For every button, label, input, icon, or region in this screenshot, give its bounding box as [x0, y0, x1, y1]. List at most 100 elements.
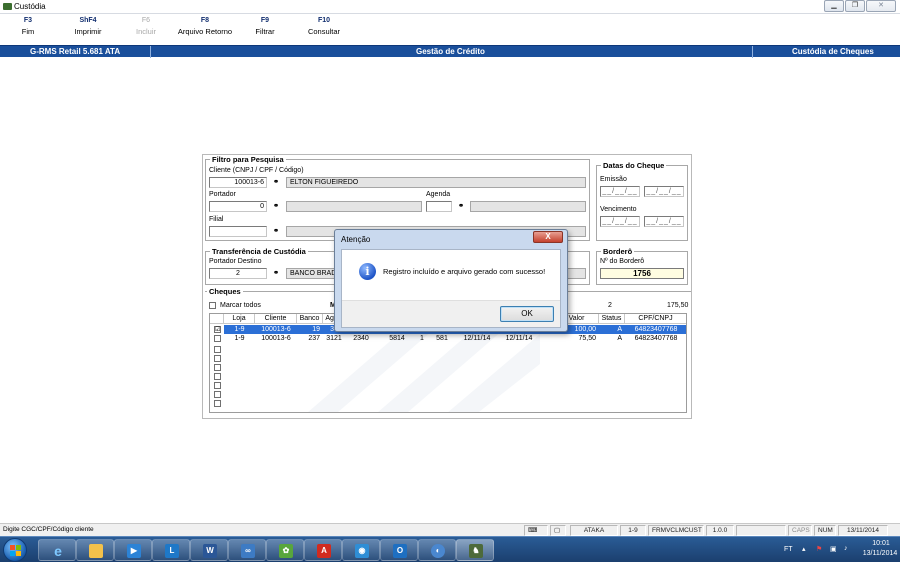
taskbar-grms[interactable]: ♞	[456, 539, 494, 561]
binoculars-icon[interactable]: ⚭	[269, 268, 283, 279]
close-window-button[interactable]: ✕	[866, 0, 896, 12]
filial-input[interactable]	[209, 226, 267, 237]
taskbar-network[interactable]: ◐	[418, 539, 456, 561]
col-cliente[interactable]: Cliente	[255, 314, 297, 324]
fkey-arquivo-retorno[interactable]: F8 Arquivo Retorno	[174, 17, 236, 36]
taskbar-tool[interactable]: ✿	[266, 539, 304, 561]
marcar-todos-checkbox[interactable]	[209, 302, 216, 309]
show-hidden-icons[interactable]: ▴	[802, 545, 806, 553]
minimize-button[interactable]: ▁	[824, 0, 844, 12]
cell-cpf: 64823407768	[634, 326, 678, 333]
row-checkbox[interactable]	[214, 400, 221, 407]
binoculars-icon[interactable]: ⚭	[269, 226, 283, 237]
fkey-incluir[interactable]: F6 Incluir	[128, 17, 164, 36]
row-checkbox[interactable]	[214, 382, 221, 389]
row-checkbox[interactable]	[214, 364, 221, 371]
clock-time[interactable]: 10:01	[864, 540, 898, 547]
vencimento-de-input[interactable]: __/__/__	[600, 216, 640, 227]
app-version: G-RMS Retail 5.681 ATA	[30, 47, 121, 56]
module-header: G-RMS Retail 5.681 ATA Gestão de Crédito…	[0, 45, 900, 58]
cell-cliente: 100013-6	[261, 335, 291, 342]
cell-loja: 1-9	[234, 335, 245, 342]
table-row[interactable]: 1-9 100013-6 237 3121 2340 5814 1 581 12…	[210, 334, 686, 343]
language-indicator[interactable]: FT	[784, 546, 793, 553]
row-checkbox[interactable]	[214, 355, 221, 362]
clock-date[interactable]: 13/11/2014	[860, 550, 900, 557]
system-tray: FT ▴ ⚑ ▣ ♪ 10:01 13/11/2014	[760, 537, 900, 562]
taskbar-remote[interactable]: ◉	[342, 539, 380, 561]
col-banco[interactable]: Banco	[297, 314, 323, 324]
binoculars-icon[interactable]: ⚭	[269, 177, 283, 188]
function-key-toolbar: F3 Fim ShF4 Imprimir F6 Incluir F8 Arqui…	[0, 15, 900, 45]
fkey-fim-label: Fim	[21, 27, 35, 36]
fkey-filtrar[interactable]: F9 Filtrar	[246, 17, 284, 36]
header-divider	[752, 46, 753, 58]
cell-conta: 2340	[353, 335, 369, 342]
ok-button[interactable]: OK	[500, 306, 554, 322]
col-status[interactable]: Status	[599, 314, 625, 324]
taskbar-ie[interactable]: e	[38, 539, 76, 561]
cliente-label: Cliente (CNPJ / CPF / Código)	[209, 167, 304, 174]
volume-icon[interactable]: ♪	[844, 545, 848, 552]
dialog-close-button[interactable]: X	[533, 231, 563, 243]
taskbar-acrobat[interactable]: A	[304, 539, 342, 561]
portador-input[interactable]: 0	[209, 201, 267, 212]
cell-numero: 5814	[389, 335, 405, 342]
action-center-icon[interactable]: ⚑	[816, 545, 822, 553]
col-cpf-cnpj[interactable]: CPF/CNPJ	[625, 314, 686, 324]
transferencia-title: Transferência de Custódia	[210, 247, 308, 256]
windows-icon	[10, 545, 21, 556]
row-checkbox[interactable]	[214, 346, 221, 353]
screen-name: Custódia de Cheques	[792, 47, 874, 56]
fkey-fim[interactable]: F3 Fim	[8, 17, 48, 36]
cell-banco: 19	[312, 326, 320, 333]
folder-icon	[89, 544, 103, 558]
lync-icon: L	[165, 544, 179, 558]
status-bar: Digite CGC/CPF/Código cliente ⌨ ▢ ATAKA …	[0, 523, 900, 536]
binoculars-icon[interactable]: ⚭	[269, 201, 283, 212]
fkey-arquivo-retorno-key: F8	[200, 17, 210, 24]
fkey-imprimir[interactable]: ShF4 Imprimir	[68, 17, 108, 36]
emissao-ate-input[interactable]: __/__/__	[644, 186, 684, 197]
maximize-button[interactable]: ❐	[845, 0, 865, 12]
binoculars-icon[interactable]: ⚭	[454, 201, 468, 212]
portador-label: Portador	[209, 191, 236, 198]
cheques-count: 2	[608, 302, 612, 309]
row-checkbox[interactable]	[214, 335, 221, 342]
datas-title: Datas do Cheque	[601, 161, 667, 170]
taskbar-word[interactable]: W	[190, 539, 228, 561]
col-loja[interactable]: Loja	[224, 314, 255, 324]
row-checkbox[interactable]: ☑	[214, 326, 221, 333]
row-checkbox[interactable]	[214, 391, 221, 398]
agenda-input[interactable]	[426, 201, 452, 212]
bordero-numero: 1756	[600, 268, 684, 279]
dialog-message: Registro incluído e arquivo gerado com s…	[383, 267, 546, 276]
cell-cliente: 100013-6	[261, 326, 291, 333]
alert-dialog: Atenção X i Registro incluído e arquivo …	[334, 229, 568, 332]
window-titlebar: Custódia ▁ ❐ ✕	[0, 0, 900, 14]
row-checkbox[interactable]	[214, 373, 221, 380]
cell-emissao: 12/11/14	[463, 335, 491, 342]
taskbar: e ▶ L W ∞ ✿ A ◉ O ◐ ♞ FT ▴ ⚑ ▣ ♪ 10:01 1…	[0, 536, 900, 562]
status-version: 1.0.0	[706, 525, 734, 536]
taskbar-explorer[interactable]	[76, 539, 114, 561]
taskbar-lync[interactable]: L	[152, 539, 190, 561]
start-button[interactable]	[3, 538, 27, 562]
vencimento-ate-input[interactable]: __/__/__	[644, 216, 684, 227]
network-tray-icon[interactable]: ▣	[830, 545, 837, 553]
emissao-label: Emissão	[600, 176, 627, 183]
emissao-de-input[interactable]: __/__/__	[600, 186, 640, 197]
cell-digito: 1	[420, 335, 424, 342]
window-title: Custódia	[14, 2, 46, 11]
portador-destino-input[interactable]: 2	[209, 268, 267, 279]
fkey-filtrar-label: Filtrar	[255, 27, 275, 36]
acrobat-icon: A	[317, 544, 331, 558]
taskbar-media[interactable]: ▶	[114, 539, 152, 561]
window-controls: ▁ ❐ ✕	[824, 0, 896, 12]
taskbar-app[interactable]: ∞	[228, 539, 266, 561]
taskbar-outlook[interactable]: O	[380, 539, 418, 561]
cheques-title: Cheques	[207, 287, 243, 296]
fkey-consultar[interactable]: F10 Consultar	[302, 17, 346, 36]
fkey-fim-key: F3	[23, 17, 33, 24]
cliente-input[interactable]: 100013-6	[209, 177, 267, 188]
